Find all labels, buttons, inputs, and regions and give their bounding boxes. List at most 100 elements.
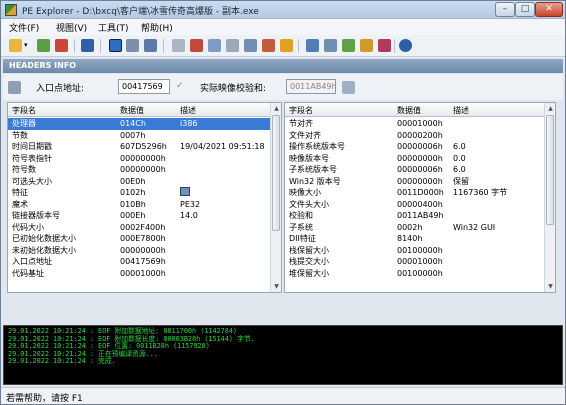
table-cell-value: 8140h bbox=[397, 234, 423, 243]
log-console[interactable]: 29.01.2022 10:21:24 : EOF 附加数据地址: 001170… bbox=[3, 325, 563, 385]
table-cell-value: 00000000h bbox=[397, 153, 443, 163]
column-header[interactable]: 字段名 bbox=[12, 105, 36, 116]
table-row[interactable]: 文件对齐 00000200h bbox=[285, 130, 555, 142]
save-icon[interactable] bbox=[81, 39, 94, 52]
file-header-table[interactable]: 字段名 数据值 描述 处理器 014Ch i386 节数 0007h 时间日期戳 607D5… bbox=[7, 102, 282, 293]
column-header[interactable]: 数据值 bbox=[120, 105, 144, 116]
table-row[interactable]: 时间日期戳 607D5296h 19/04/2021 09:51:18 bbox=[8, 141, 281, 153]
table-body: 处理器 014Ch i386 节数 0007h 时间日期戳 607D5296h 19/04/2… bbox=[8, 118, 281, 279]
entry-point-input[interactable]: 00417569 bbox=[118, 79, 170, 94]
optional-header-table[interactable]: 字段名 数据值 描述 节对齐 00001000h 文件对齐 00000200h 操作系统… bbox=[284, 102, 556, 293]
debug-icon[interactable] bbox=[226, 39, 239, 52]
scroll-down-icon[interactable]: ▼ bbox=[272, 282, 281, 291]
disassembler-icon[interactable] bbox=[244, 39, 257, 52]
scroll-up-icon[interactable]: ▲ bbox=[272, 104, 281, 113]
apply-check-icon[interactable]: ✓ bbox=[176, 81, 184, 91]
table-row[interactable]: 代码大小 0002F400h bbox=[8, 222, 281, 234]
dropdown-arrow-icon[interactable]: ▾ bbox=[24, 39, 31, 52]
open-icon[interactable] bbox=[9, 39, 22, 52]
table-row[interactable]: 入口点地址 00417569h bbox=[8, 256, 281, 268]
table-cell-value: 00000000h bbox=[120, 245, 166, 255]
arrows-icon[interactable] bbox=[280, 39, 293, 52]
table-row[interactable]: 映像大小 0011D000h 1167360 字节 bbox=[285, 187, 555, 199]
minimize-button[interactable]: – bbox=[495, 2, 515, 17]
table-row[interactable]: 子系统版本号 00000006h 6.0 bbox=[285, 164, 555, 176]
table-cell-value: 0011D000h bbox=[397, 188, 444, 197]
maximize-button[interactable]: □ bbox=[515, 2, 535, 17]
tools-icon[interactable] bbox=[306, 39, 319, 52]
column-header[interactable]: 数据值 bbox=[397, 105, 421, 116]
menu-file[interactable]: 文件(F) bbox=[9, 21, 39, 34]
table-row[interactable]: 特征 0102h bbox=[8, 187, 281, 199]
calculate-checksum-icon[interactable] bbox=[342, 81, 355, 94]
close-button[interactable]: ✕ bbox=[535, 2, 563, 17]
table-cell-desc: 保留 bbox=[453, 176, 469, 186]
table-row[interactable]: 节对齐 00001000h bbox=[285, 118, 555, 130]
table-row[interactable]: 可选头大小 00E0h bbox=[8, 176, 281, 188]
edit-header-icon[interactable] bbox=[8, 81, 21, 94]
table-row[interactable]: 栈保留大小 00100000h bbox=[285, 245, 555, 257]
resources-icon[interactable] bbox=[208, 39, 221, 52]
vertical-scrollbar[interactable]: ▲ ▼ bbox=[270, 103, 281, 292]
vertical-scrollbar[interactable]: ▲ ▼ bbox=[544, 103, 555, 292]
characteristics-edit-icon[interactable] bbox=[180, 187, 190, 196]
table-row[interactable]: Win32 版本号 00000000h 保留 bbox=[285, 176, 555, 188]
menu-help[interactable]: 帮助(H) bbox=[141, 21, 173, 34]
table-row[interactable]: 代码基址 00001000h bbox=[8, 268, 281, 280]
table-cell-field: 链接器版本号 bbox=[12, 211, 60, 220]
scroll-down-icon[interactable]: ▼ bbox=[546, 282, 555, 291]
title-bar[interactable]: PE Explorer - D:\bxcq\客户端\冰雪传奇高爆版 - 副本.e… bbox=[1, 1, 565, 19]
table-row[interactable]: 符号数 00000000h bbox=[8, 164, 281, 176]
scroll-thumb[interactable] bbox=[546, 115, 554, 225]
table-row[interactable]: DII特征 8140h bbox=[285, 233, 555, 245]
table-cell-field: 文件头大小 bbox=[289, 199, 329, 209]
table-cell-field: 符号表指针 bbox=[12, 153, 52, 163]
compare-icon[interactable] bbox=[324, 39, 337, 52]
table-cell-value: 00001000h bbox=[397, 257, 443, 266]
table-row[interactable]: 未初始化数据大小 00000000h bbox=[8, 245, 281, 257]
table-cell-field: 入口点地址 bbox=[12, 257, 52, 266]
scroll-up-icon[interactable]: ▲ bbox=[546, 104, 555, 113]
table-body: 节对齐 00001000h 文件对齐 00000200h 操作系统版本号 00000006… bbox=[285, 118, 555, 279]
table-row[interactable]: 校验和 0011AB49h bbox=[285, 210, 555, 222]
scroll-thumb[interactable] bbox=[272, 115, 280, 231]
plugin-icon[interactable] bbox=[360, 39, 373, 52]
menu-tools[interactable]: 工具(T) bbox=[98, 21, 129, 34]
table-row[interactable]: 操作系统版本号 00000006h 6.0 bbox=[285, 141, 555, 153]
table-row[interactable]: 已初始化数据大小 000E7800h bbox=[8, 233, 281, 245]
imports-icon[interactable] bbox=[172, 39, 185, 52]
separator bbox=[394, 39, 395, 53]
table-row[interactable]: 处理器 014Ch i386 bbox=[8, 118, 281, 130]
table-cell-field: 堆保留大小 bbox=[289, 268, 329, 278]
table-cell-desc: 6.0 bbox=[453, 142, 466, 151]
reload-icon[interactable] bbox=[37, 39, 50, 52]
table-cell-desc: 6.0 bbox=[453, 165, 466, 174]
packer-icon[interactable] bbox=[378, 39, 391, 52]
table-row[interactable]: 符号表指针 00000000h bbox=[8, 153, 281, 165]
table-row[interactable]: 文件头大小 00000400h bbox=[285, 199, 555, 211]
table-row[interactable]: 子系统 0002h Win32 GUI bbox=[285, 222, 555, 234]
close-file-icon[interactable] bbox=[55, 39, 68, 52]
headers-info-icon[interactable] bbox=[109, 39, 122, 52]
separator bbox=[74, 39, 75, 53]
column-header[interactable]: 描述 bbox=[453, 105, 469, 116]
table-row[interactable]: 映像版本号 00000000h 0.0 bbox=[285, 153, 555, 165]
section-headers-icon[interactable] bbox=[144, 39, 157, 52]
table-row[interactable]: 链接器版本号 000Eh 14.0 bbox=[8, 210, 281, 222]
help-icon[interactable] bbox=[399, 39, 412, 52]
table-row[interactable]: 节数 0007h bbox=[8, 130, 281, 142]
table-cell-value: 00000000h bbox=[397, 176, 443, 186]
table-cell-field: 代码基址 bbox=[12, 268, 44, 278]
column-header[interactable]: 字段名 bbox=[289, 105, 313, 116]
table-row[interactable]: 栈提交大小 00001000h bbox=[285, 256, 555, 268]
table-row[interactable]: 堆保留大小 00100000h bbox=[285, 268, 555, 280]
menu-view[interactable]: 视图(V) bbox=[56, 21, 87, 34]
table-row[interactable]: 魔术 010Bh PE32 bbox=[8, 199, 281, 211]
table-cell-field: 栈提交大小 bbox=[289, 257, 329, 266]
exports-icon[interactable] bbox=[190, 39, 203, 52]
data-directories-icon[interactable] bbox=[126, 39, 139, 52]
column-header[interactable]: 描述 bbox=[180, 105, 196, 116]
table-cell-field: 可选头大小 bbox=[12, 176, 52, 186]
dependency-icon[interactable] bbox=[262, 39, 275, 52]
syringe-icon[interactable] bbox=[342, 39, 355, 52]
